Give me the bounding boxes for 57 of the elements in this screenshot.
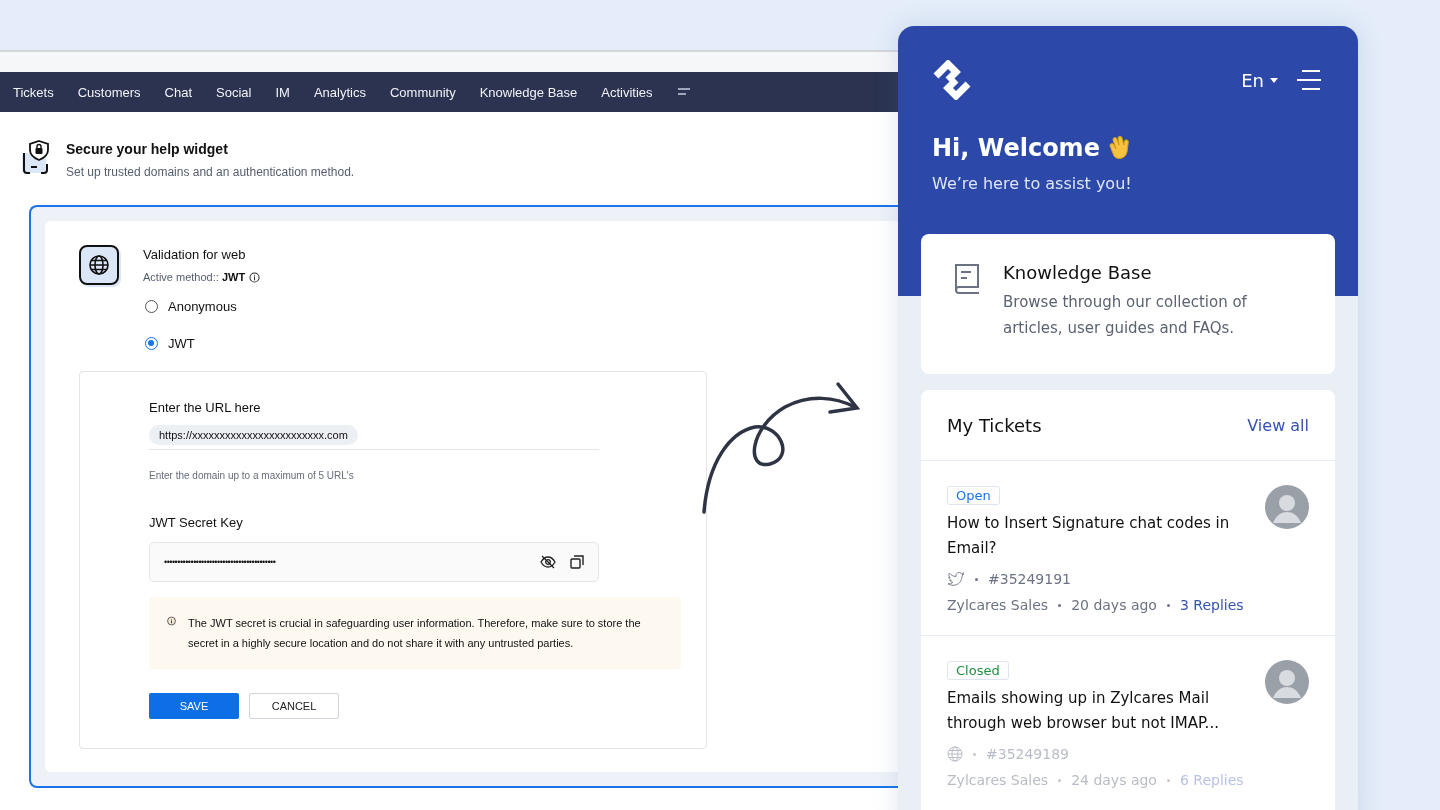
- nav-item[interactable]: Customers: [77, 84, 141, 100]
- replies-link[interactable]: 3 Replies: [1179, 597, 1244, 613]
- bird-icon: [947, 571, 965, 587]
- form-button[interactable]: SAVE: [149, 693, 239, 719]
- greeting-title: Hi, Welcome: [932, 134, 1100, 162]
- eye-off-icon[interactable]: [540, 555, 556, 569]
- field-label: Enter the URL here: [149, 400, 262, 415]
- section-title: Validation for web: [143, 247, 247, 262]
- ticket-age: 24 days ago: [1071, 772, 1157, 788]
- copy-icon[interactable]: [570, 555, 584, 569]
- form-button[interactable]: CANCEL: [249, 693, 339, 719]
- radio-option[interactable]: Anonymous: [145, 299, 900, 314]
- avatar-icon: [1265, 660, 1309, 704]
- radio-option[interactable]: JWT: [145, 336, 900, 351]
- globe-icon: [947, 746, 963, 762]
- field-hint: Enter the domain up to a maximum of 5 URL's: [149, 470, 355, 481]
- menu-icon[interactable]: [1296, 69, 1322, 91]
- nav-item[interactable]: Social: [216, 84, 252, 100]
- view-all-link[interactable]: View all: [1247, 415, 1309, 435]
- logo-icon: [932, 60, 972, 100]
- shield-lock-icon: [20, 139, 52, 177]
- nav-item[interactable]: Community: [389, 84, 456, 100]
- card-title: My Tickets: [947, 414, 1042, 436]
- nav-item[interactable]: Tickets: [13, 84, 54, 100]
- status-tag: Closed: [947, 661, 1009, 680]
- ticket-number: #35249189: [986, 746, 1069, 762]
- ticket-number: #35249191: [988, 571, 1071, 587]
- nav-item[interactable]: Chat: [164, 84, 193, 100]
- secret-key-field[interactable]: ••••••••••••••••••••••••••••••••••••••••••: [149, 542, 599, 582]
- book-icon: [953, 262, 981, 296]
- knowledge-base-card[interactable]: Knowledge Base Browse through our collection of articles, user guides and FAQs.: [921, 234, 1335, 374]
- active-method-text: Active method:: JWT: [143, 271, 246, 283]
- globe-icon: [79, 245, 119, 285]
- status-tag: Open: [947, 486, 1000, 505]
- url-chip[interactable]: https://xxxxxxxxxxxxxxxxxxxxxxxx.com: [149, 425, 358, 445]
- info-icon: [249, 271, 261, 283]
- nav-item[interactable]: IM: [275, 84, 290, 100]
- page-title: Secure your help widget: [66, 141, 229, 157]
- caret-icon[interactable]: [1270, 77, 1278, 83]
- nav-item[interactable]: Activities: [601, 84, 653, 100]
- card-title: Knowledge Base: [1003, 262, 1153, 283]
- card-description: Browse through our collection of articles, user guides and FAQs.: [1003, 292, 1248, 339]
- nav-item[interactable]: Analytics: [313, 84, 366, 100]
- nav-item[interactable]: Knowledge Base: [479, 84, 578, 100]
- avatar-icon: [1265, 485, 1309, 529]
- greeting-subtitle: We’re here to assist you!: [932, 174, 1133, 193]
- notice-text: The JWT secret is crucial in safeguarding user information. Therefore, make sure to store the secret in a highly secure location and do not share it with any untrusted parties.: [188, 616, 642, 651]
- page-subtitle: Set up trusted domains and an authentication method.: [66, 165, 355, 179]
- field-label: JWT Secret Key: [149, 515, 244, 530]
- ticket-subject[interactable]: How to Insert Signature chat codes in Email?: [947, 511, 1252, 561]
- language-dropdown[interactable]: En: [1241, 69, 1278, 91]
- ticket-subject[interactable]: Emails showing up in Zylcares Mail through web browser but not IMAP...: [947, 686, 1252, 736]
- more-icon[interactable]: [676, 88, 691, 96]
- agent-name: Zylcares Sales: [947, 772, 1049, 788]
- agent-name: Zylcares Sales: [947, 597, 1049, 613]
- info-icon: [167, 613, 177, 629]
- ticket-age: 20 days ago: [1071, 597, 1157, 613]
